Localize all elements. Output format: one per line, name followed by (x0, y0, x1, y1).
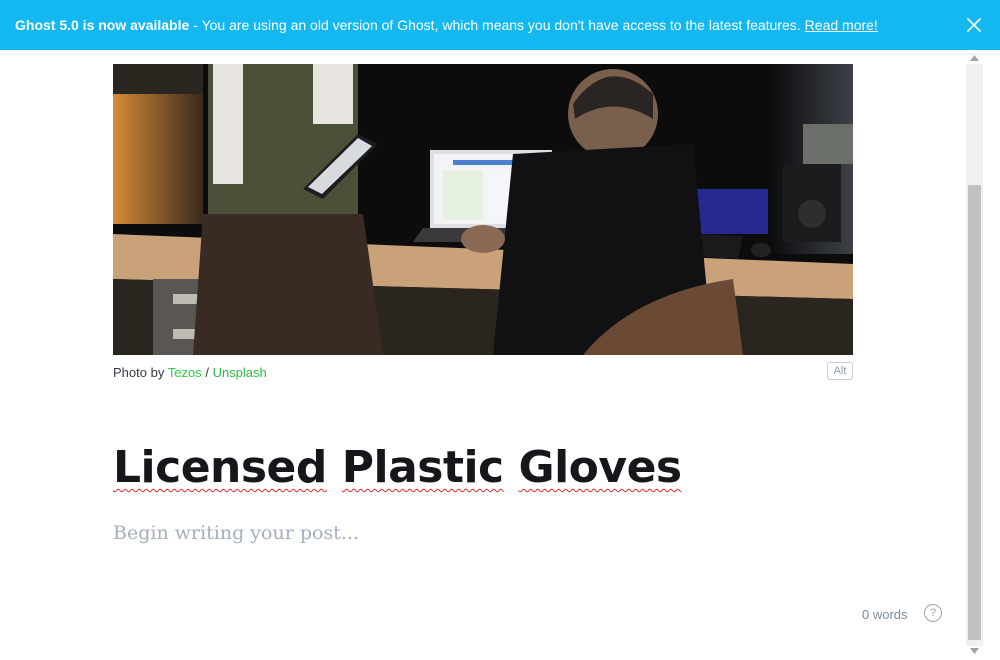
update-banner: Ghost 5.0 is now available - You are usi… (0, 0, 1000, 50)
scrollbar-thumb[interactable] (968, 185, 981, 640)
image-caption[interactable]: Photo by Tezos / Unsplash (113, 365, 267, 380)
alt-text-button[interactable]: Alt (827, 362, 853, 380)
scroll-down-arrow-icon[interactable] (970, 648, 979, 654)
post-editor: Photo by Tezos / Unsplash Alt Licensed P… (0, 50, 966, 660)
help-icon[interactable]: ? (924, 604, 942, 622)
unsplash-link[interactable]: Unsplash (213, 365, 267, 380)
caption-prefix: Photo by (113, 365, 165, 380)
title-word: Licensed (113, 442, 327, 493)
banner-headline: Ghost 5.0 is now available (15, 17, 190, 33)
word-count: 0 words (862, 607, 908, 622)
post-body-input[interactable]: Begin writing your post... (113, 522, 359, 544)
vertical-scrollbar[interactable] (966, 50, 1000, 660)
feature-image[interactable] (113, 64, 853, 355)
banner-message: - You are using an old version of Ghost,… (193, 17, 801, 33)
read-more-link[interactable]: Read more! (805, 17, 878, 33)
author-link[interactable]: Tezos (168, 365, 202, 380)
title-word: Gloves (518, 442, 682, 493)
post-title[interactable]: Licensed Plastic Gloves (113, 442, 682, 493)
scroll-up-arrow-icon[interactable] (970, 55, 979, 61)
title-word: Plastic (341, 442, 504, 493)
close-icon[interactable] (964, 15, 984, 35)
caption-separator: / (205, 365, 209, 380)
